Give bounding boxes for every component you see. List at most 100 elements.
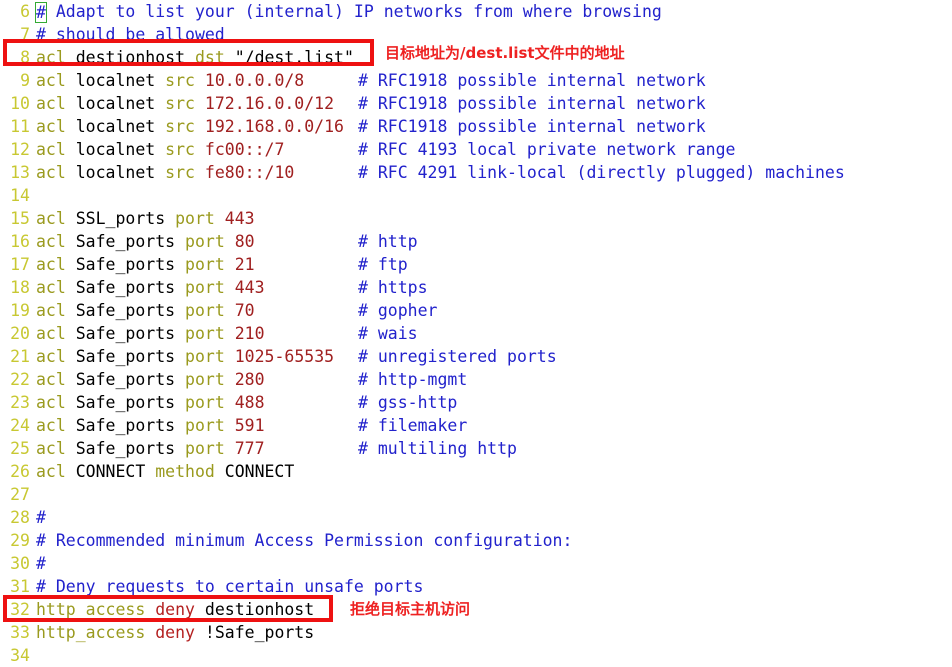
token-num: 280	[234, 370, 265, 389]
line-number: 16	[10, 232, 30, 251]
code-line[interactable]: 18 acl Safe_ports port 443 # https	[0, 276, 952, 299]
line-number: 30	[10, 554, 30, 573]
trailing-comment: # RFC 4193 local private network range	[358, 140, 736, 159]
token-kw: port	[175, 209, 215, 228]
line-content: http_access deny !Safe_ports	[36, 621, 314, 644]
line-content: acl Safe_ports port 443	[36, 276, 265, 299]
line-number: 32	[10, 600, 30, 619]
token-num: 172.16.0.0/12	[204, 94, 335, 113]
token-kw: acl	[36, 301, 66, 320]
line-number: 9	[20, 71, 30, 90]
code-line[interactable]: 15 acl SSL_ports port 443	[0, 207, 952, 230]
line-number: 15	[10, 209, 30, 228]
token-ident: destionhost	[194, 600, 315, 619]
code-line[interactable]: 6 # Adapt to list your (internal) IP netw…	[0, 0, 952, 23]
token-kw: acl	[36, 117, 66, 136]
line-number: 20	[10, 324, 30, 343]
code-line[interactable]: 23 acl Safe_ports port 488 # gss-http	[0, 391, 952, 414]
line-content: acl SSL_ports port 443	[36, 207, 255, 230]
trailing-comment: # filemaker	[358, 416, 468, 435]
line-content: http_access deny destionhost	[36, 598, 314, 621]
token-num: 192.168.0.0/16	[204, 117, 344, 136]
code-line[interactable]: 31 # Deny requests to certain unsafe port…	[0, 575, 952, 598]
code-line[interactable]: 25 acl Safe_ports port 777 # multiling htt…	[0, 437, 952, 460]
cursor-box-icon: #	[35, 2, 47, 23]
code-line[interactable]: 14	[0, 184, 952, 207]
code-line[interactable]: 24 acl Safe_ports port 591 # filemaker	[0, 414, 952, 437]
line-number: 11	[10, 117, 30, 136]
token-deny: deny	[155, 623, 195, 642]
code-line[interactable]: 21 acl Safe_ports port 1025-65535 # unregi…	[0, 345, 952, 368]
trailing-comment: # gopher	[358, 301, 438, 320]
token-num: 80	[234, 232, 255, 251]
code-line[interactable]: 30 #	[0, 552, 952, 575]
token-kw: port	[185, 324, 225, 343]
trailing-comment: # RFC1918 possible internal network	[358, 117, 706, 136]
code-line[interactable]: 33 http_access deny !Safe_ports	[0, 621, 952, 644]
token-ident: Safe_ports	[65, 255, 186, 274]
token-kw: acl	[36, 94, 66, 113]
code-line[interactable]: 32 http_access deny destionhost	[0, 598, 952, 621]
trailing-comment: # RFC 4291 link-local (directly plugged)…	[358, 163, 845, 182]
code-line[interactable]: 11 acl localnet src 192.168.0.0/16 # RFC19…	[0, 115, 952, 138]
line-content: acl localnet src 172.16.0.0/12	[36, 92, 334, 115]
token-kw: port	[185, 416, 225, 435]
token-cmt: #	[36, 554, 46, 573]
code-line[interactable]: 22 acl Safe_ports port 280 # http-mgmt	[0, 368, 952, 391]
line-content: acl CONNECT method CONNECT	[36, 460, 294, 483]
annotation-dest-list: 目标地址为/dest.list文件中的地址	[385, 44, 625, 62]
token-kw: http_access	[36, 623, 146, 642]
code-line[interactable]: 12 acl localnet src fc00::/7 # RFC 4193 lo…	[0, 138, 952, 161]
code-line[interactable]: 16 acl Safe_ports port 80 # http	[0, 230, 952, 253]
line-number: 12	[10, 140, 30, 159]
code-editor[interactable]: 6 # Adapt to list your (internal) IP netw…	[0, 0, 952, 665]
line-number: 18	[10, 278, 30, 297]
line-number: 8	[20, 48, 30, 67]
code-line[interactable]: 26 acl CONNECT method CONNECT	[0, 460, 952, 483]
line-number: 23	[10, 393, 30, 412]
code-line[interactable]: 13 acl localnet src fe80::/10 # RFC 4291 l…	[0, 161, 952, 184]
line-number: 27	[10, 485, 30, 504]
line-content: acl Safe_ports port 591	[36, 414, 265, 437]
trailing-comment: # unregistered ports	[358, 347, 557, 366]
token-ident: destionhost	[65, 48, 195, 67]
line-number: 17	[10, 255, 30, 274]
token-ident: CONNECT	[214, 462, 295, 481]
code-line[interactable]: 20 acl Safe_ports port 210 # wais	[0, 322, 952, 345]
trailing-comment: # gss-http	[358, 393, 458, 412]
line-number: 26	[10, 462, 30, 481]
token-cmt: # should be allowed	[36, 25, 225, 44]
line-number: 24	[10, 416, 30, 435]
code-line[interactable]: 19 acl Safe_ports port 70 # gopher	[0, 299, 952, 322]
line-number: 33	[10, 623, 30, 642]
token-kw: src	[165, 140, 195, 159]
token-num: fc00::/7	[204, 140, 285, 159]
token-ident: !Safe_ports	[194, 623, 315, 642]
token-ident: Safe_ports	[65, 278, 186, 297]
token-kw: acl	[36, 48, 66, 67]
token-kw: acl	[36, 140, 66, 159]
line-number: 28	[10, 508, 30, 527]
code-line[interactable]: 28 #	[0, 506, 952, 529]
code-line[interactable]: 10 acl localnet src 172.16.0.0/12 # RFC191…	[0, 92, 952, 115]
code-line[interactable]: 29 # Recommended minimum Access Permissio…	[0, 529, 952, 552]
token-ident: Safe_ports	[65, 324, 186, 343]
token-kw: acl	[36, 232, 66, 251]
token-cmt: # Deny requests to certain unsafe ports	[36, 577, 424, 596]
code-line[interactable]: 27	[0, 483, 952, 506]
code-line[interactable]: 9 acl localnet src 10.0.0.0/8 # RFC1918 po…	[0, 69, 952, 92]
line-content: # should be allowed	[36, 23, 225, 46]
code-line[interactable]: 17 acl Safe_ports port 21 # ftp	[0, 253, 952, 276]
trailing-comment: # RFC1918 possible internal network	[358, 71, 706, 90]
line-content: acl Safe_ports port 70	[36, 299, 255, 322]
line-content: acl Safe_ports port 210	[36, 322, 265, 345]
